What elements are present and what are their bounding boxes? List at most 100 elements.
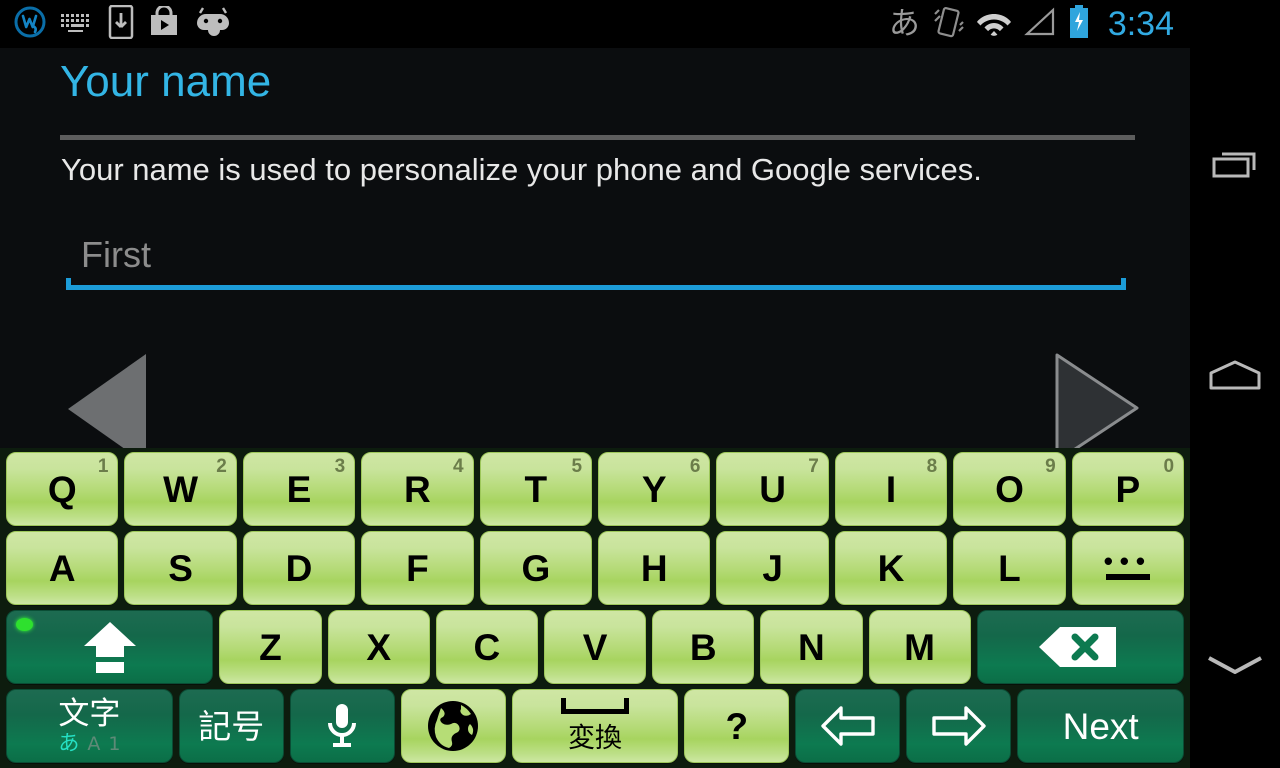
system-navigation-bar (1190, 0, 1280, 768)
key-label: I (885, 468, 897, 510)
character-mode-main-label: 文字 (58, 695, 121, 732)
convert-label: 変換 (568, 722, 622, 754)
home-button[interactable] (1190, 310, 1280, 440)
key-q[interactable]: 1 Q (6, 452, 119, 526)
key-label: N (798, 626, 825, 668)
key-z[interactable]: Z (219, 610, 322, 684)
key-h[interactable]: H (598, 531, 711, 605)
mode-alpha-label: A (87, 732, 101, 755)
wordpress-logo-icon (14, 6, 46, 43)
key-label: Y (641, 468, 667, 510)
key-label: ? (725, 705, 749, 747)
key-a[interactable]: A (6, 531, 119, 605)
key-label: F (406, 547, 429, 589)
space-bar-icon (561, 697, 629, 714)
vibrate-icon (931, 6, 965, 43)
key-x[interactable]: X (327, 610, 430, 684)
key-label: T (524, 468, 548, 510)
status-bar: あ 3:34 (0, 0, 1190, 48)
key-b[interactable]: B (652, 610, 755, 684)
key-s[interactable]: S (124, 531, 237, 605)
status-bar-notification-icons (14, 4, 232, 44)
key-label: Q (47, 468, 77, 510)
three-dots-icon: ••• (1103, 545, 1153, 576)
key-superscript: 9 (1045, 456, 1056, 477)
input-underline (66, 278, 1126, 290)
arrow-left-icon (821, 706, 875, 746)
key-label: W (163, 468, 199, 510)
caps-lock-led-icon (16, 618, 33, 631)
key-o[interactable]: 9 O (953, 452, 1066, 526)
space-convert-key[interactable]: 変換 (511, 689, 679, 763)
backspace-icon (1039, 627, 1117, 667)
key-p[interactable]: 0 P (1071, 452, 1185, 526)
hide-keyboard-button[interactable] (1190, 600, 1280, 730)
key-k[interactable]: K (834, 531, 948, 605)
key-label: M (904, 626, 935, 668)
key-superscript: 8 (926, 456, 938, 477)
cell-signal-icon (1023, 6, 1057, 42)
key-superscript: 1 (97, 456, 109, 477)
recent-apps-button[interactable] (1190, 100, 1280, 230)
key-m[interactable]: M (868, 610, 971, 684)
play-store-icon (148, 4, 180, 43)
home-icon (1209, 360, 1261, 390)
key-label: A (48, 547, 76, 589)
language-switch-key[interactable] (400, 689, 506, 763)
key-label: B (689, 626, 717, 668)
keyboard-row-4: 文字 あ A 1 記号 変換 ? Next (6, 689, 1185, 763)
cursor-left-key[interactable] (795, 689, 901, 763)
key-j[interactable]: J (716, 531, 829, 605)
first-name-field-wrapper[interactable] (66, 226, 1126, 290)
key-w[interactable]: 2 W (124, 452, 237, 526)
android-screen: あ 3:34 Your name Your name is used to pe… (0, 0, 1280, 768)
description-text: Your name is used to personalize your ph… (61, 152, 982, 187)
key-e[interactable]: 3 E (242, 452, 356, 526)
question-mark-key[interactable]: ? (684, 689, 790, 763)
chevron-down-icon (1208, 656, 1262, 674)
key-label: K (877, 547, 905, 589)
character-mode-labels: 文字 あ A 1 (58, 695, 121, 755)
mode-kana-label: あ (58, 730, 80, 755)
first-name-input[interactable] (66, 226, 1126, 284)
key-superscript: 2 (216, 456, 227, 477)
shift-key[interactable] (6, 610, 214, 684)
symbols-key[interactable]: 記号 (178, 689, 284, 763)
key-u[interactable]: 7 U (716, 452, 829, 526)
dash-dots-key[interactable]: ••• (1071, 531, 1185, 605)
key-f[interactable]: F (361, 531, 474, 605)
keyboard-row-1: 1 Q 2 W 3 E 4 R 5 T 6 Y 7 U 8 I 9 O 0 P (6, 452, 1185, 526)
keyboard-row-3: Z X C V B N M (6, 610, 1185, 684)
key-superscript: 7 (808, 456, 819, 477)
key-superscript: 6 (689, 456, 701, 477)
key-label: Next (1062, 705, 1139, 747)
key-label: D (285, 547, 313, 589)
download-to-device-icon (108, 4, 134, 44)
key-d[interactable]: D (242, 531, 356, 605)
key-g[interactable]: G (479, 531, 593, 605)
key-c[interactable]: C (435, 610, 538, 684)
voice-input-key[interactable] (289, 689, 395, 763)
key-label: S (168, 547, 193, 589)
backspace-key[interactable] (976, 610, 1185, 684)
key-l[interactable]: L (953, 531, 1066, 605)
key-label: 記号 (198, 706, 265, 746)
key-label: E (286, 468, 312, 510)
key-i[interactable]: 8 I (834, 452, 948, 526)
key-r[interactable]: 4 R (361, 452, 474, 526)
character-mode-key[interactable]: 文字 あ A 1 (6, 689, 173, 763)
key-n[interactable]: N (760, 610, 863, 684)
next-action-key[interactable]: Next (1017, 689, 1185, 763)
character-mode-sub-labels: あ A 1 (58, 730, 120, 755)
key-label: C (473, 626, 501, 668)
key-t[interactable]: 5 T (479, 452, 593, 526)
cursor-right-key[interactable] (906, 689, 1012, 763)
status-bar-system-icons: あ 3:34 (889, 4, 1182, 44)
battery-charging-icon (1068, 4, 1090, 44)
japanese-qwerty-keyboard: 1 Q 2 W 3 E 4 R 5 T 6 Y 7 U 8 I 9 O 0 P … (0, 448, 1190, 768)
key-label: X (366, 626, 391, 668)
key-v[interactable]: V (543, 610, 647, 684)
key-y[interactable]: 6 Y (598, 452, 711, 526)
wifi-icon (976, 7, 1012, 42)
key-superscript: 4 (453, 456, 464, 477)
